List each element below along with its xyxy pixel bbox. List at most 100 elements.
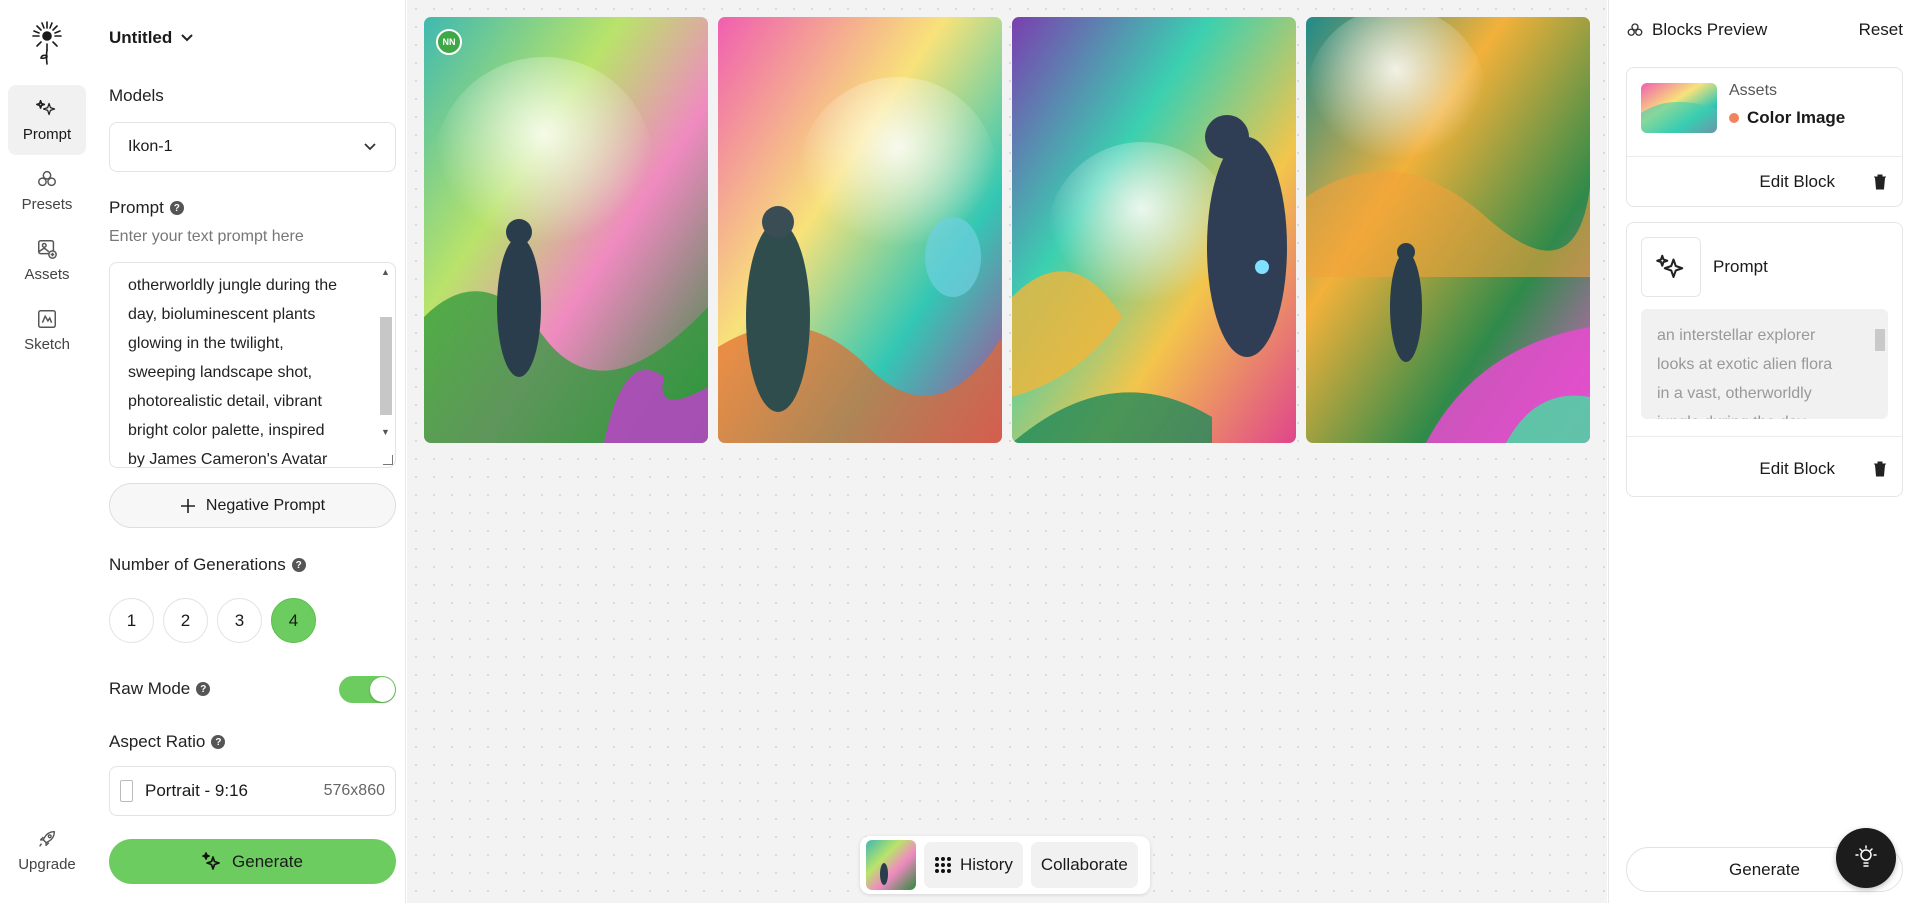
- prompt-block-actions: Edit Block: [1759, 459, 1887, 479]
- prompt-preview-text: an interstellar explorer looks at exotic…: [1657, 321, 1847, 419]
- negative-prompt-button[interactable]: Negative Prompt: [109, 483, 396, 528]
- generations-label: Number of Generations ?: [109, 555, 306, 575]
- preview-line: in a vast, otherworldly: [1657, 385, 1812, 402]
- trash-icon[interactable]: [1873, 174, 1887, 190]
- sparkle-icon: [202, 851, 220, 870]
- raw-mode-label: Raw Mode ?: [109, 679, 211, 699]
- generation-option-4[interactable]: 4: [271, 598, 316, 643]
- prompt-block: Prompt an interstellar explorer looks at…: [1626, 222, 1903, 497]
- prompt-block-preview[interactable]: an interstellar explorer looks at exotic…: [1641, 309, 1888, 419]
- portrait-rect-icon: [120, 780, 133, 802]
- status-dot-icon: [1729, 113, 1739, 123]
- assistant-fab-button[interactable]: [1836, 828, 1896, 888]
- reset-button[interactable]: Reset: [1859, 20, 1903, 40]
- current-image-thumbnail[interactable]: [866, 840, 916, 890]
- trash-icon[interactable]: [1873, 461, 1887, 477]
- asset-name: Color Image: [1729, 108, 1845, 128]
- prompt-textarea[interactable]: otherworldly jungle during the day, biol…: [109, 262, 396, 468]
- models-label-text: Models: [109, 86, 164, 105]
- preview-line: an interstellar explorer: [1657, 327, 1816, 344]
- rail-item-label: Presets: [21, 195, 73, 213]
- generate-label: Generate: [232, 851, 303, 871]
- generation-option-2[interactable]: 2: [163, 598, 208, 643]
- jungle-image-2: [718, 17, 1002, 443]
- rail-item-assets[interactable]: Assets: [8, 225, 86, 295]
- generations-selector: 1 2 3 4: [109, 598, 316, 643]
- divider: [1627, 436, 1902, 437]
- app-root: Prompt Presets Assets Sketch Upgrade Unt…: [0, 0, 1919, 903]
- prompt-text: otherworldly jungle during the day, biol…: [128, 271, 358, 467]
- jungle-image-1: [424, 17, 708, 443]
- raw-mode-label-text: Raw Mode: [109, 679, 191, 698]
- preview-line: looks at exotic alien flora: [1657, 356, 1833, 373]
- project-title-dropdown[interactable]: Untitled: [109, 28, 194, 48]
- rail-item-presets[interactable]: Presets: [8, 155, 86, 225]
- generation-option-1[interactable]: 1: [109, 598, 154, 643]
- help-icon[interactable]: ?: [169, 201, 184, 215]
- chevron-down-icon: [181, 34, 193, 42]
- aspect-ratio-dims: 576x860: [323, 782, 385, 799]
- resize-handle-icon[interactable]: [383, 455, 393, 465]
- rail-item-label: Sketch: [24, 335, 70, 353]
- scrollbar-thumb[interactable]: [380, 317, 392, 415]
- generated-image-1[interactable]: NN: [424, 17, 708, 443]
- project-title: Untitled: [109, 28, 173, 47]
- rail-item-label: Assets: [24, 265, 70, 283]
- prompt-block-icon-box: [1641, 237, 1701, 297]
- rail-item-label: Prompt: [22, 125, 72, 143]
- generations-label-text: Number of Generations: [109, 555, 286, 574]
- generation-option-3[interactable]: 3: [217, 598, 262, 643]
- help-icon[interactable]: ?: [291, 558, 306, 572]
- prompt-sparkle-icon: [1656, 254, 1684, 278]
- canvas[interactable]: NN History Collaborate: [407, 0, 1607, 903]
- aspect-ratio-label-text: Aspect Ratio: [109, 732, 206, 751]
- generated-image-2[interactable]: [718, 17, 1002, 443]
- blocks-preview-header: Blocks Preview: [1626, 20, 1767, 40]
- blocks-preview-panel: Blocks Preview Reset Assets Color Image …: [1608, 0, 1919, 903]
- generated-image-3[interactable]: [1012, 17, 1296, 443]
- app-logo-icon[interactable]: [29, 20, 65, 66]
- preview-line: jungle during the day,: [1657, 408, 1847, 419]
- prompt-label-text: Prompt: [109, 198, 164, 217]
- user-avatar-badge[interactable]: NN: [436, 29, 462, 55]
- rail-item-prompt[interactable]: Prompt: [8, 85, 86, 155]
- edit-block-button[interactable]: Edit Block: [1759, 459, 1835, 479]
- scroll-down-arrow-icon[interactable]: ▼: [381, 427, 390, 437]
- model-select-value: Ikon-1: [128, 138, 173, 155]
- thumbnail-image: [866, 840, 916, 890]
- divider: [1627, 156, 1902, 157]
- generate-button[interactable]: Generate: [109, 839, 396, 884]
- collaborate-button[interactable]: Collaborate: [1030, 842, 1138, 888]
- asset-thumbnail[interactable]: [1641, 83, 1717, 133]
- lightbulb-icon: [1855, 845, 1877, 867]
- help-icon[interactable]: ?: [196, 682, 211, 696]
- scroll-up-arrow-icon[interactable]: ▲: [381, 267, 390, 277]
- scrollbar-thumb[interactable]: [1875, 329, 1885, 351]
- assets-block: Assets Color Image Edit Block: [1626, 67, 1903, 207]
- prompt-line: photorealistic detail, vibrant: [128, 393, 322, 410]
- rail-item-sketch[interactable]: Sketch: [8, 295, 86, 365]
- icon-rail: Prompt Presets Assets Sketch Upgrade: [0, 0, 94, 903]
- jungle-image-3: [1012, 17, 1296, 443]
- preview-scrollbar[interactable]: [1874, 329, 1886, 409]
- aspect-ratio-select[interactable]: Portrait - 9:16 576x860: [109, 766, 396, 816]
- collaborate-label: Collaborate: [1040, 855, 1128, 874]
- help-icon[interactable]: ?: [211, 735, 226, 749]
- history-button[interactable]: History: [924, 842, 1023, 888]
- prompt-line: glowing in the twilight,: [128, 335, 284, 352]
- generated-image-4[interactable]: [1306, 17, 1590, 443]
- model-select[interactable]: Ikon-1: [109, 122, 396, 172]
- upgrade-button[interactable]: Upgrade: [8, 815, 86, 885]
- prompt-line: otherworldly jungle during the: [128, 277, 338, 294]
- assets-icon: [38, 239, 57, 259]
- settings-panel: Untitled Models Ikon-1 Prompt ? Enter yo…: [94, 0, 406, 903]
- sketch-icon: [38, 309, 56, 328]
- prompt-line: day, bioluminescent plants: [128, 306, 316, 323]
- color-image-swatch: [1641, 83, 1717, 133]
- models-label: Models: [109, 86, 164, 106]
- presets-icon: [38, 170, 56, 186]
- raw-mode-toggle[interactable]: [339, 676, 396, 703]
- edit-block-button[interactable]: Edit Block: [1759, 172, 1835, 192]
- prompt-scrollbar[interactable]: ▲ ▼: [379, 267, 393, 463]
- prompt-line: bright color palette, inspired: [128, 422, 325, 439]
